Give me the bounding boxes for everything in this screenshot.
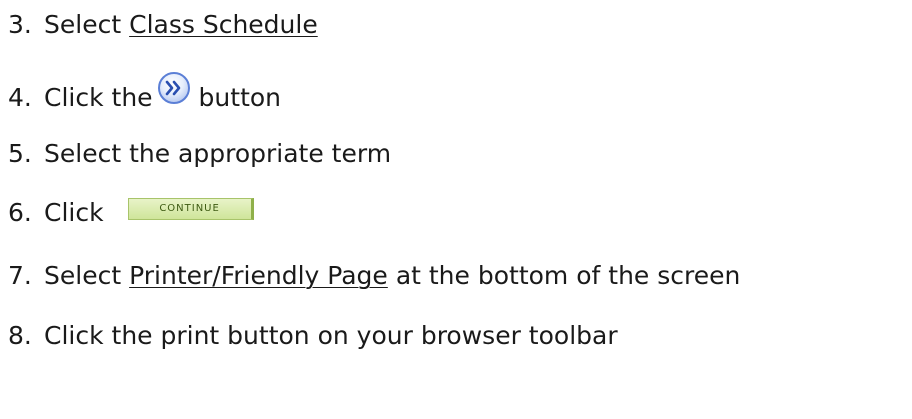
printer-friendly-page-link[interactable]: Printer/Friendly Page <box>129 263 388 288</box>
step-number: 8. <box>8 321 32 350</box>
step-text: button <box>198 82 282 112</box>
step-text: Click the <box>44 82 153 112</box>
step-text: Select <box>44 261 122 290</box>
continue-button[interactable]: CONTINUE <box>127 197 254 220</box>
double-chevron-right-icon[interactable] <box>157 71 191 105</box>
step-3: 3. Select Class Schedule <box>8 12 318 37</box>
class-schedule-link[interactable]: Class Schedule <box>129 12 318 37</box>
step-text: Click the print button on your browser t… <box>44 321 618 350</box>
step-number: 7. <box>8 261 32 290</box>
step-number: 6. <box>8 198 32 227</box>
step-number: 5. <box>8 139 32 168</box>
step-text: at the bottom of the screen <box>395 261 741 290</box>
step-text: Click <box>44 198 104 227</box>
step-5: 5. Select the appropriate term <box>8 141 391 166</box>
step-6: 6. Click CONTINUE <box>8 197 254 227</box>
step-number: 3. <box>8 10 32 39</box>
step-number: 4. <box>8 82 32 112</box>
instruction-steps: 3. Select Class Schedule 4. Click the bu… <box>0 0 912 419</box>
step-text: Select the appropriate term <box>44 139 392 168</box>
step-8: 8. Click the print button on your browse… <box>8 323 618 348</box>
step-text: Select <box>44 10 122 39</box>
step-4: 4. Click the button <box>8 72 282 114</box>
step-7: 7. Select Printer/Friendly Page at the b… <box>8 263 740 288</box>
